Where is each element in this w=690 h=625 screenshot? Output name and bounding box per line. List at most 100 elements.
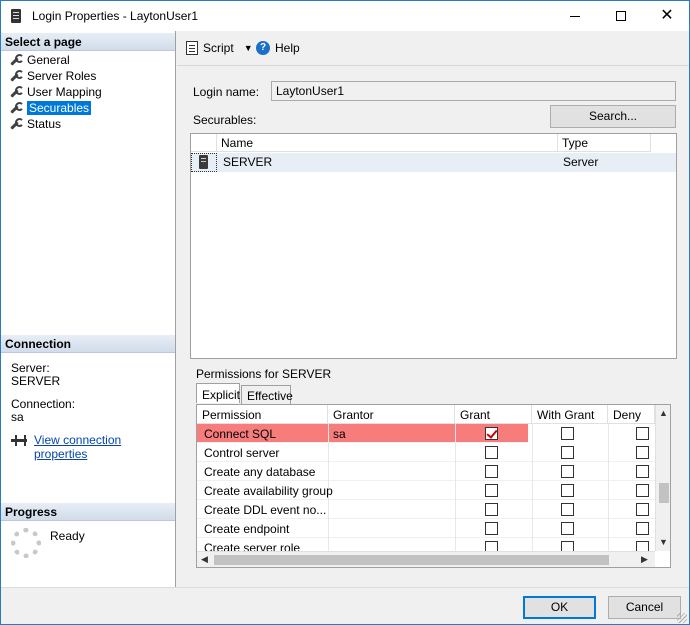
deny-checkbox[interactable] [636, 522, 649, 535]
script-button[interactable]: Script ▼ [186, 41, 253, 55]
column-header-with-grant[interactable]: With Grant [532, 405, 608, 424]
securable-name: SERVER [223, 155, 273, 169]
column-header-deny[interactable]: Deny [608, 405, 655, 424]
permission-name: Connect SQL [204, 427, 277, 441]
column-divider [455, 424, 456, 443]
grant-checkbox[interactable] [485, 427, 498, 440]
maximize-icon [616, 11, 626, 21]
with-grant-checkbox[interactable] [561, 446, 574, 459]
search-button[interactable]: Search... [550, 105, 676, 128]
minimize-icon [570, 15, 580, 17]
deny-checkbox[interactable] [636, 465, 649, 478]
column-divider [455, 462, 456, 481]
column-divider [532, 500, 533, 519]
nav-item-securables[interactable]: Securables [9, 100, 92, 115]
table-row[interactable]: Connect SQL sa [197, 424, 649, 443]
with-grant-checkbox[interactable] [561, 522, 574, 535]
permission-name: Create DDL event no... [204, 503, 327, 517]
column-divider [455, 481, 456, 500]
wrench-icon [9, 117, 24, 130]
column-header-name[interactable]: Name [217, 134, 558, 152]
table-row[interactable]: Control server [197, 443, 655, 462]
nav-item-general[interactable]: General [9, 52, 70, 67]
deny-checkbox[interactable] [636, 503, 649, 516]
nav-item-label: Securables [27, 100, 92, 115]
permission-name: Control server [204, 446, 280, 460]
column-divider [608, 424, 609, 443]
column-divider [532, 519, 533, 538]
column-divider [328, 462, 329, 481]
column-divider [455, 500, 456, 519]
connection-label: Connection: [11, 397, 76, 411]
table-row[interactable]: Create DDL event no... [197, 500, 655, 519]
column-divider [455, 519, 456, 538]
ok-button[interactable]: OK [523, 596, 596, 619]
scroll-down-icon[interactable]: ▼ [659, 537, 668, 547]
close-icon: ✕ [660, 7, 674, 24]
grant-checkbox[interactable] [485, 446, 498, 459]
script-label: Script [203, 41, 234, 55]
with-grant-checkbox[interactable] [561, 484, 574, 497]
scroll-up-icon[interactable]: ▲ [659, 408, 668, 418]
scroll-left-icon[interactable]: ◀ [201, 554, 208, 565]
column-header-grant[interactable]: Grant [455, 405, 532, 424]
grantor-value: sa [333, 427, 346, 441]
with-grant-checkbox[interactable] [561, 465, 574, 478]
server-value: SERVER [11, 374, 61, 388]
minimize-button[interactable] [552, 1, 598, 31]
wrench-icon [9, 85, 24, 98]
column-header-type[interactable]: Type [558, 134, 651, 152]
nav-item-server-roles[interactable]: Server Roles [9, 68, 96, 83]
permissions-grid: Permission Grantor Grant With Grant Deny… [196, 404, 671, 568]
scrollbar-thumb[interactable] [659, 483, 669, 503]
securables-grid: Name Type SERVER Server [190, 133, 677, 359]
scroll-right-icon[interactable]: ▶ [641, 554, 648, 565]
right-pane: Script ▼ ? Help Login name: Securables: … [177, 31, 689, 587]
wrench-icon [9, 101, 24, 114]
horizontal-scrollbar[interactable]: ◀ ▶ [197, 551, 655, 567]
with-grant-checkbox[interactable] [561, 503, 574, 516]
nav-item-user-mapping[interactable]: User Mapping [9, 84, 102, 99]
table-row[interactable]: Create availability group [197, 481, 655, 500]
column-header-permission[interactable]: Permission [197, 405, 328, 424]
view-connection-properties-link[interactable]: View connection properties [34, 433, 175, 461]
deny-checkbox[interactable] [636, 446, 649, 459]
grant-checkbox[interactable] [485, 484, 498, 497]
grant-checkbox[interactable] [485, 503, 498, 516]
with-grant-checkbox[interactable] [561, 427, 574, 440]
maximize-button[interactable] [598, 1, 644, 31]
connection-heading: Connection [1, 335, 175, 353]
column-divider [328, 443, 329, 462]
grant-checkbox[interactable] [485, 522, 498, 535]
nav-item-label: Server Roles [27, 68, 97, 83]
help-button[interactable]: ? Help [256, 41, 300, 55]
scrollbar-thumb[interactable] [214, 555, 609, 565]
vertical-scrollbar[interactable]: ▲ ▼ [655, 405, 670, 551]
grant-checkbox[interactable] [485, 465, 498, 478]
table-row[interactable]: Create endpoint [197, 519, 655, 538]
tab-explicit[interactable]: Explicit [196, 383, 240, 403]
close-button[interactable]: ✕ [644, 1, 689, 31]
row-header-cell [191, 134, 217, 152]
column-divider [532, 462, 533, 481]
login-name-field[interactable] [271, 81, 676, 101]
cancel-button[interactable]: Cancel [608, 596, 681, 619]
nav-item-status[interactable]: Status [9, 116, 61, 131]
tab-effective[interactable]: Effective [241, 385, 293, 404]
deny-checkbox[interactable] [636, 427, 649, 440]
column-header-grantor[interactable]: Grantor [328, 405, 455, 424]
title-bar: Login Properties - LaytonUser1 ✕ [1, 1, 689, 31]
nav-item-label: Status [27, 116, 62, 131]
progress-status: Ready [50, 529, 85, 543]
column-divider [532, 424, 533, 443]
column-divider [608, 500, 609, 519]
deny-checkbox[interactable] [636, 484, 649, 497]
table-row[interactable]: SERVER Server [191, 153, 676, 172]
resize-grip-icon[interactable] [677, 613, 687, 623]
chevron-down-icon[interactable]: ▼ [244, 43, 253, 53]
plug-icon [11, 435, 27, 447]
script-icon [186, 41, 198, 55]
table-row[interactable]: Create any database [197, 462, 655, 481]
nav-item-label: General [27, 52, 70, 67]
column-divider [328, 424, 329, 443]
